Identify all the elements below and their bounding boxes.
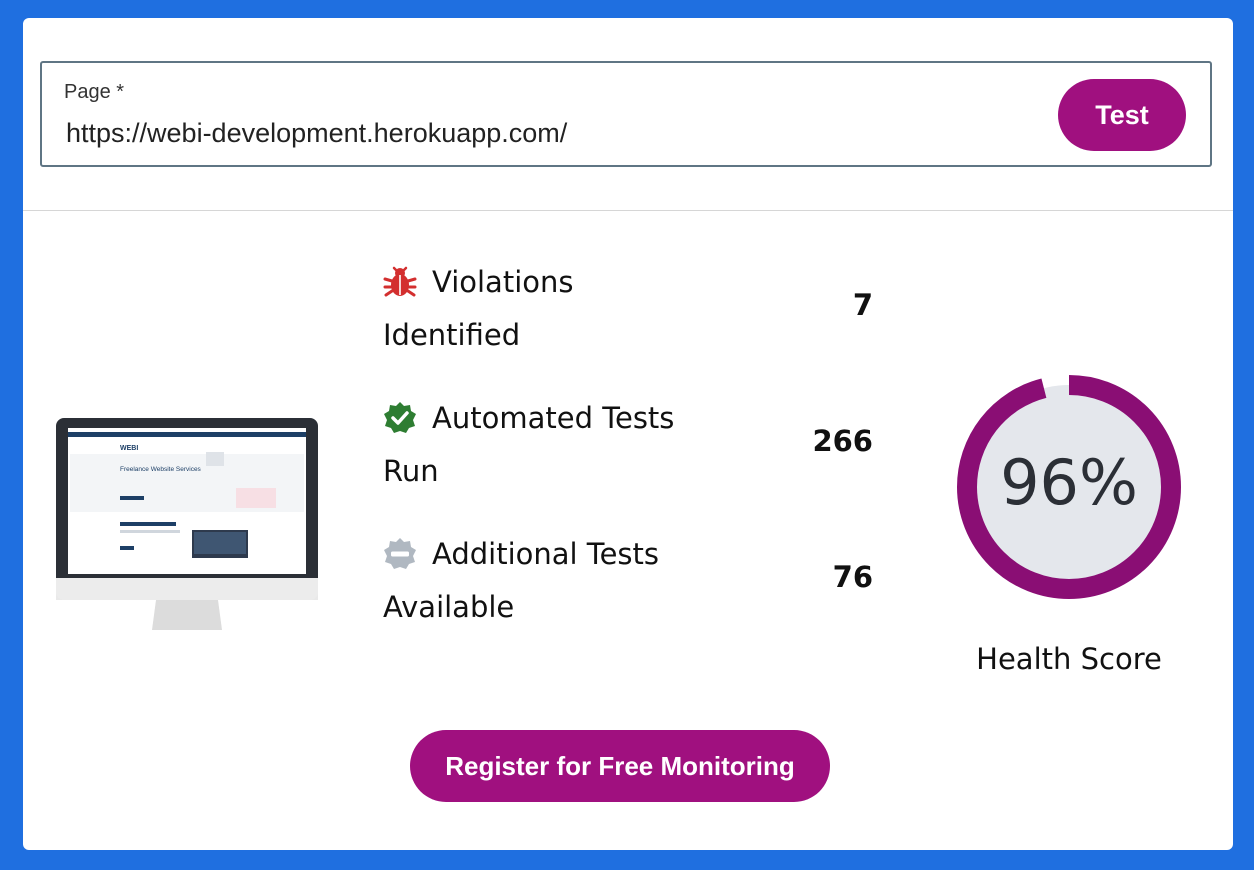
violations-title: Violations	[432, 265, 574, 299]
preview-logo: WEBI	[120, 445, 138, 452]
page-url-field[interactable]: Page * https://webi-development.herokuap…	[40, 61, 1212, 167]
check-badge-icon	[384, 402, 416, 433]
additional-tests-stat: Additional Tests Available 76	[383, 534, 873, 624]
section-divider	[23, 210, 1233, 211]
minus-badge-icon	[384, 538, 416, 569]
automated-tests-count: 266	[812, 424, 873, 458]
violations-count: 7	[852, 288, 873, 322]
test-button[interactable]: Test	[1058, 79, 1186, 151]
automated-tests-title: Automated Tests	[432, 401, 675, 435]
register-button[interactable]: Register for Free Monitoring	[410, 730, 830, 802]
health-score-value: 96%	[1000, 446, 1138, 519]
additional-tests-subtitle: Available	[383, 590, 515, 624]
additional-tests-count: 76	[832, 560, 873, 594]
page-field-label: Page *	[64, 81, 125, 103]
bug-icon	[383, 266, 417, 297]
automated-tests-subtitle: Run	[383, 454, 439, 488]
automated-tests-stat: Automated Tests Run 266	[383, 398, 873, 488]
preview-headline: Freelance Website Services	[120, 466, 202, 473]
site-preview-monitor-image: WEBI Freelance Website Services	[56, 418, 318, 630]
page-url-input[interactable]: https://webi-development.herokuapp.com/	[66, 118, 567, 149]
health-score-label: Health Score	[976, 642, 1162, 676]
additional-tests-title: Additional Tests	[432, 537, 660, 571]
violations-stat: Violations Identified 7	[383, 262, 873, 352]
violations-subtitle: Identified	[383, 318, 521, 352]
health-check-card: Page * https://webi-development.herokuap…	[23, 18, 1233, 850]
